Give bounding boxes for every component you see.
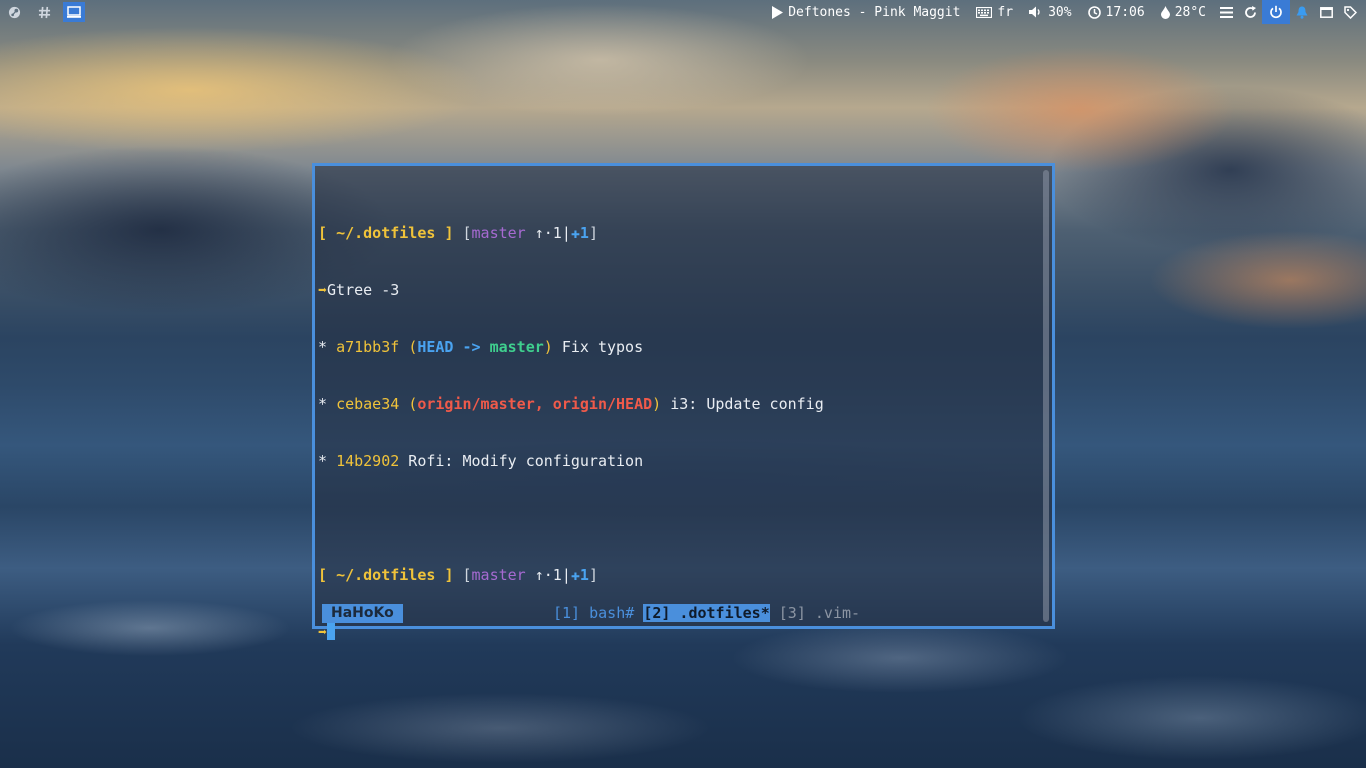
git-bracket: ] — [588, 566, 598, 584]
droplet-icon — [1160, 5, 1170, 19]
clock-time: 17:06 — [1105, 4, 1145, 20]
commit-message: Fix typos — [552, 338, 644, 356]
commit-message: i3: Update config — [661, 395, 824, 413]
tmux-window-list: [1] bash# [2] .dotfiles* [3] .vim- — [553, 604, 860, 623]
commit-hash: a71bb3f — [336, 338, 400, 356]
tmux-window-2[interactable]: [2] .dotfiles* — [643, 604, 770, 622]
temperature-value: 28°C — [1174, 4, 1206, 20]
window-icon[interactable] — [1314, 0, 1338, 24]
prompt-line: [ ~/.dotfiles ] [master ↑·1|✚1] — [318, 566, 1038, 585]
keyboard-layout: fr — [997, 4, 1014, 20]
refresh-icon[interactable] — [1238, 0, 1262, 24]
music-track: Deftones - Pink Maggit — [788, 4, 961, 20]
git-log-row: * cebae34 (origin/master, origin/HEAD) i… — [318, 395, 1038, 414]
command-text: Gtree -3 — [327, 281, 400, 299]
commit-hash: cebae34 — [336, 395, 400, 413]
ref-paren: ) — [652, 395, 662, 413]
volume-widget[interactable]: 30% — [1021, 0, 1079, 24]
workspace-switcher — [0, 0, 85, 24]
git-staged-icon: ✚ — [570, 224, 580, 242]
git-staged-icon: ✚ — [570, 566, 580, 584]
graph-star: * — [318, 452, 328, 470]
commit-hash: 14b2902 — [336, 452, 400, 470]
tag-icon[interactable] — [1338, 0, 1362, 24]
ref-paren: ) — [543, 338, 553, 356]
git-bracket: [ — [462, 224, 472, 242]
tmux-status-bar: HaHoKo [1] bash# [2] .dotfiles* [3] .vim… — [318, 604, 1038, 623]
input-line[interactable]: ➡ — [318, 623, 1038, 642]
keyboard-icon — [976, 6, 993, 18]
clock-widget[interactable]: 17:06 — [1080, 0, 1153, 24]
tmux-window-1[interactable]: [1] bash# — [553, 604, 634, 622]
music-widget[interactable]: Deftones - Pink Maggit — [764, 0, 968, 24]
git-log-row: * 14b2902 Rofi: Modify configuration — [318, 452, 1038, 471]
prompt-bracket: [ — [318, 224, 328, 242]
text-cursor — [327, 623, 336, 640]
clock-icon — [1087, 5, 1101, 19]
temperature-widget[interactable]: 28°C — [1153, 0, 1214, 24]
menu-icon[interactable] — [1214, 0, 1238, 24]
keyboard-layout-widget[interactable]: fr — [968, 0, 1021, 24]
graph-star: * — [318, 395, 328, 413]
git-sep: | — [561, 566, 571, 584]
remote-ref: origin/master, origin/HEAD — [417, 395, 653, 413]
monitor-icon[interactable] — [63, 2, 85, 22]
status-area: Deftones - Pink Maggit fr 30% 17:06 28°C — [764, 0, 1366, 24]
git-staged-count: 1 — [579, 566, 589, 584]
git-log-row: * a71bb3f (HEAD -> master) Fix typos — [318, 338, 1038, 357]
bell-icon[interactable] — [1290, 0, 1314, 24]
tmux-session-name[interactable]: HaHoKo — [322, 604, 403, 623]
graph-star: * — [318, 338, 328, 356]
steam-icon[interactable] — [3, 2, 25, 22]
git-sep: | — [561, 224, 571, 242]
git-ahead: ↑·1 — [534, 566, 562, 584]
prompt-line: [ ~/.dotfiles ] [master ↑·1|✚1] — [318, 224, 1038, 243]
ref-paren: ( — [408, 338, 418, 356]
volume-icon — [1029, 6, 1043, 18]
prompt-path: ~/.dotfiles — [336, 566, 436, 584]
ref-paren: ( — [408, 395, 418, 413]
git-ahead: ↑·1 — [534, 224, 562, 242]
terminal-window[interactable]: [ ~/.dotfiles ] [master ↑·1|✚1] ➡Gtree -… — [312, 163, 1055, 641]
ref-arrow: -> — [453, 338, 490, 356]
hash-icon[interactable] — [33, 2, 55, 22]
power-icon[interactable] — [1262, 0, 1290, 24]
prompt-bracket: [ — [318, 566, 328, 584]
command-line: ➡Gtree -3 — [318, 281, 1038, 300]
git-branch: master — [471, 224, 526, 242]
play-icon — [772, 5, 784, 19]
top-panel: Deftones - Pink Maggit fr 30% 17:06 28°C — [0, 0, 1366, 24]
git-staged-count: 1 — [579, 224, 589, 242]
head-ref: HEAD — [417, 338, 454, 356]
volume-level: 30% — [1048, 4, 1072, 20]
git-bracket: ] — [588, 224, 598, 242]
git-branch: master — [471, 566, 526, 584]
tmux-window-3[interactable]: [3] .vim- — [779, 604, 860, 622]
branch-ref: master — [489, 338, 544, 356]
prompt-arrow-icon: ➡ — [318, 623, 328, 641]
commit-message: Rofi: Modify configuration — [399, 452, 644, 470]
prompt-arrow-icon: ➡ — [318, 281, 328, 299]
terminal-scrollbar[interactable] — [1043, 170, 1049, 622]
prompt-path: ~/.dotfiles — [336, 224, 436, 242]
git-bracket: [ — [462, 566, 472, 584]
